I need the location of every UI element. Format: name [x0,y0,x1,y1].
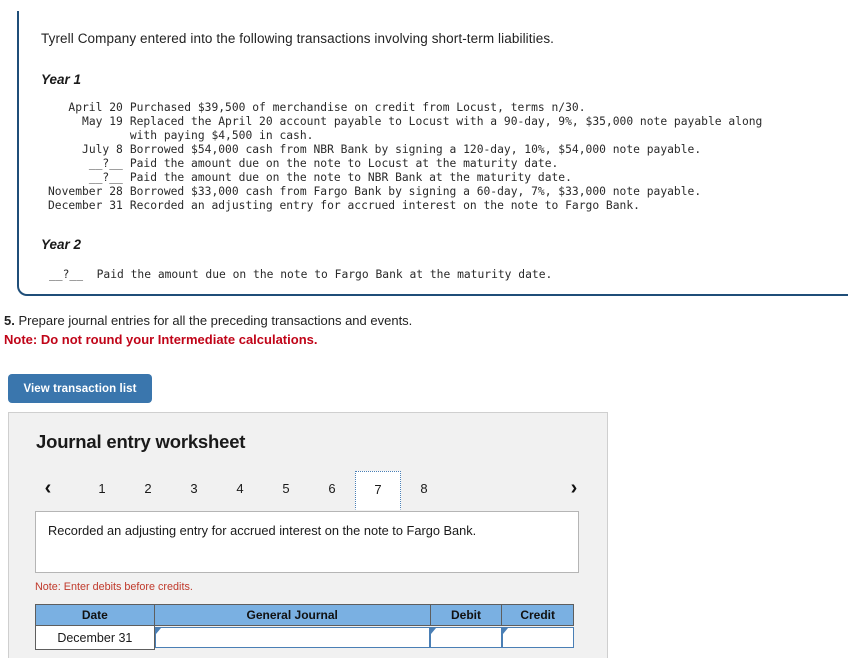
problem-intro-text: Tyrell Company entered into the followin… [41,31,555,46]
journal-table-body: December 31 [35,625,574,650]
transaction-row: April 20 Purchased $39,500 of merchandis… [48,101,762,115]
requirement-block: 5. Prepare journal entries for all the p… [4,312,704,348]
transaction-date: July 8 [82,143,123,156]
transaction-row: __?__ Paid the amount due on the note to… [48,157,762,171]
table-row: December 31 [35,625,574,650]
transaction-description: Purchased $39,500 of merchandise on cred… [129,101,586,114]
transaction-description: Paid the amount due on the note to Locus… [129,157,559,170]
transaction-date: __?__ [88,171,123,184]
chevron-left-icon[interactable]: ‹ [35,471,61,505]
transaction-row: __?__ Paid the amount due on the note to… [48,171,762,185]
tab-5[interactable]: 5 [263,471,309,505]
debit-input[interactable] [430,627,502,649]
transaction-description: Borrowed $33,000 cash from Fargo Bank by… [129,185,702,198]
transaction-description: Recorded an adjusting entry for accrued … [129,199,640,212]
transaction-description-box: Recorded an adjusting entry for accrued … [35,511,579,573]
worksheet-tabs: 1 2 3 4 5 6 7 8 [79,471,447,510]
journal-entry-table: Date General Journal Debit Credit Decemb… [35,604,574,650]
cell-date: December 31 [35,625,155,650]
tab-6[interactable]: 6 [309,471,355,505]
journal-table-header: Date General Journal Debit Credit [35,604,574,626]
transaction-row: December 31 Recorded an adjusting entry … [48,199,762,213]
tab-4[interactable]: 4 [217,471,263,505]
transaction-row: July 8 Borrowed $54,000 cash from NBR Ba… [48,143,762,157]
transaction-description: Borrowed $54,000 cash from NBR Bank by s… [129,143,702,156]
transaction-date: December 31 [48,199,123,212]
general-journal-input[interactable] [154,627,431,649]
tab-3[interactable]: 3 [171,471,217,505]
year1-heading: Year 1 [41,72,82,87]
tab-2[interactable]: 2 [125,471,171,505]
transaction-date: May 19 [82,115,123,128]
column-header-debit: Debit [429,604,503,626]
column-header-credit: Credit [501,604,574,626]
journal-entry-worksheet-panel: Journal entry worksheet ‹ 1 2 3 4 5 6 7 … [8,412,608,658]
tab-7[interactable]: 7 [355,471,401,510]
transaction-description: Paid the amount due on the note to NBR B… [129,171,572,184]
column-header-date: Date [35,604,155,626]
year1-transaction-table: April 20 Purchased $39,500 of merchandis… [48,101,762,213]
requirement-body: Prepare journal entries for all the prec… [14,313,413,328]
column-header-general-journal: General Journal [153,604,431,626]
cell-credit[interactable] [501,626,574,650]
cell-general-journal[interactable] [154,626,431,650]
year2-heading: Year 2 [41,237,82,252]
transaction-row: May 19 Replaced the April 20 account pay… [48,115,762,143]
credit-input[interactable] [501,627,574,649]
chevron-right-icon[interactable]: › [561,471,587,505]
transaction-date: __?__ [88,157,123,170]
requirement-note: Note: Do not round your Intermediate cal… [4,332,318,347]
requirement-text: 5. Prepare journal entries for all the p… [4,312,704,329]
worksheet-tab-strip: ‹ 1 2 3 4 5 6 7 8 › [9,471,607,511]
view-transaction-list-button[interactable]: View transaction list [8,374,152,403]
transaction-row: November 28 Borrowed $33,000 cash from F… [48,185,762,199]
transaction-date: November 28 [48,185,123,198]
debits-before-credits-note: Note: Enter debits before credits. [35,581,193,593]
year1-transaction-rows: April 20 Purchased $39,500 of merchandis… [48,101,762,213]
worksheet-title: Journal entry worksheet [36,431,246,452]
requirement-number: 5. [4,313,15,328]
tab-8[interactable]: 8 [401,471,447,505]
transaction-description: Replaced the April 20 account payable to… [129,115,763,142]
cell-debit[interactable] [430,626,502,650]
journal-table-header-row: Date General Journal Debit Credit [35,604,574,626]
transaction-description-text: Recorded an adjusting entry for accrued … [48,523,477,538]
problem-statement-panel: Tyrell Company entered into the followin… [17,11,848,296]
year2-transaction-row: __?__ Paid the amount due on the note to… [49,268,553,281]
tab-1[interactable]: 1 [79,471,125,505]
transaction-date: April 20 [68,101,123,114]
